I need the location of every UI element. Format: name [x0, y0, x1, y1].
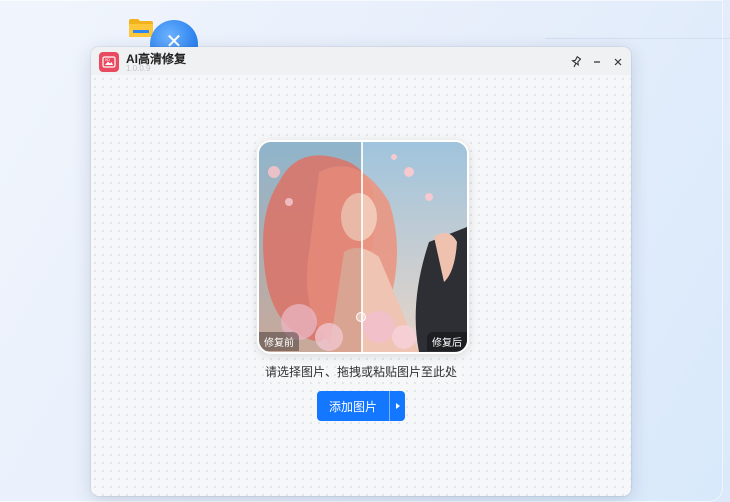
pin-icon: [571, 56, 582, 68]
before-label: 修复前: [259, 332, 299, 351]
svg-text:HD: HD: [105, 58, 110, 62]
add-image-label: 添加图片: [328, 399, 377, 414]
minimize-icon: [594, 61, 600, 63]
compare-slider-handle[interactable]: [356, 312, 366, 322]
close-icon: [614, 58, 622, 66]
app-version: 1.0.0.9: [126, 64, 151, 73]
drop-zone[interactable]: 修复前 修复后 请选择图片、拖拽或粘贴图片至此处 添加图片: [91, 75, 631, 496]
app-window: HD AI高清修复 1.0.0.9 修复前 修复后 请选择图片、拖拽或粘贴图片至…: [91, 47, 631, 496]
title-bar[interactable]: HD AI高清修复 1.0.0.9: [91, 47, 631, 75]
folder-icon[interactable]: [128, 18, 154, 38]
close-button[interactable]: [609, 53, 627, 71]
after-label: 修复后: [427, 332, 467, 351]
caret-right-icon: [395, 403, 400, 409]
before-after-preview: 修复前 修复后: [257, 140, 469, 354]
dropdown-arrow-button[interactable]: [390, 402, 405, 410]
pin-button[interactable]: [567, 53, 585, 71]
minimize-button[interactable]: [588, 53, 606, 71]
add-image-button[interactable]: 添加图片: [317, 391, 405, 421]
app-logo-icon: HD: [99, 52, 119, 72]
background-divider: [545, 38, 730, 39]
drop-hint-text: 请选择图片、拖拽或粘贴图片至此处: [264, 365, 457, 379]
